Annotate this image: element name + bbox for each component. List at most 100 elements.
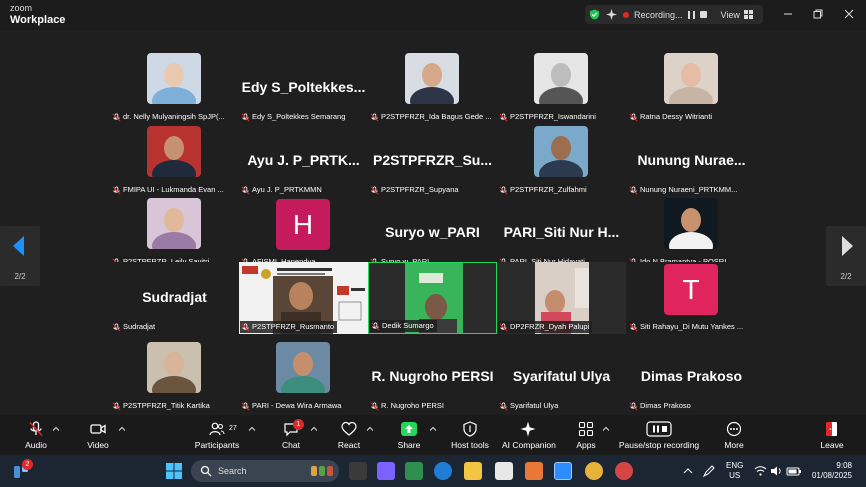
ai-sparkle-icon[interactable]	[606, 9, 617, 20]
battery-icon[interactable]	[786, 465, 802, 477]
participant-name-label: P2STPFRZR_Iswandarini	[498, 111, 599, 123]
windows-start-icon[interactable]	[166, 463, 182, 479]
participant-tile[interactable]: Sudradjat Sudradjat	[110, 262, 239, 334]
clock[interactable]: 9:08 01/08/2025	[806, 461, 852, 481]
leave-button[interactable]: Leave	[819, 421, 845, 450]
participant-tile[interactable]: T Siti Rahayu_Di Mutu Yankes ...	[627, 262, 756, 334]
teams-icon[interactable]	[377, 462, 395, 480]
edge-browser-icon[interactable]	[434, 462, 452, 480]
volume-icon[interactable]	[770, 465, 783, 477]
share-button[interactable]: Share	[396, 421, 422, 450]
participant-tile[interactable]: FMIPA UI - Lukmanda Evan ...	[110, 125, 239, 197]
chevron-up-icon[interactable]	[52, 425, 60, 433]
participant-tile[interactable]: PARI_Siti Nur H...PARI_Siti Nur Hidayati	[497, 197, 626, 269]
chevron-left-icon	[13, 236, 24, 256]
apps-grid-icon	[578, 421, 594, 437]
apps-label: Apps	[576, 440, 596, 450]
leave-label: Leave	[820, 440, 844, 450]
mic-muted-icon	[241, 322, 250, 331]
chevron-up-icon[interactable]	[366, 425, 374, 433]
stop-recording-icon[interactable]	[699, 11, 707, 18]
more-dots-icon	[726, 421, 742, 437]
pause-recording-icon[interactable]	[687, 10, 695, 19]
meeting-status-bar: Recording... View	[585, 5, 763, 24]
participant-tile[interactable]: P2STPFRZR_Iswandarini	[497, 52, 626, 124]
participant-tile[interactable]: P2STPFRZR_Ida Bagus Gede ...	[368, 52, 497, 124]
more-button[interactable]: More	[721, 421, 747, 450]
pen-input-icon[interactable]	[702, 464, 716, 478]
participant-tile[interactable]: Dimas Prakoso Dimas Prakoso	[627, 341, 756, 413]
chrome-icon[interactable]	[585, 462, 603, 480]
shield-icon[interactable]	[589, 9, 600, 20]
participant-display-name: PARI_Siti Nur H...	[503, 224, 620, 240]
mic-muted-icon	[370, 401, 379, 410]
zoom-app-icon[interactable]	[554, 462, 572, 480]
participant-tile[interactable]: P2STPFRZR_Rusmanto	[239, 262, 368, 334]
chevron-up-icon[interactable]	[248, 425, 256, 433]
participant-name: Syarifatul Ulya	[510, 401, 559, 410]
restore-icon[interactable]	[811, 7, 825, 21]
xbox-icon[interactable]	[405, 462, 423, 480]
participant-tile[interactable]: Nunung Nurae... Nunung Nuraeni_PRTKMM...	[627, 125, 756, 197]
xampp-icon[interactable]	[525, 462, 543, 480]
participant-tile[interactable]: Ayu J. P_PRTK... Ayu J. P_PRTKMMN	[239, 125, 368, 197]
participant-tile[interactable]: P2STPFRZR_Su... P2STPFRZR_Supyana	[368, 125, 497, 197]
participant-name: Dedik Sumargo	[382, 321, 434, 330]
participant-tile[interactable]: Ido N Bramantya - POSRI	[627, 197, 756, 269]
mic-muted-icon	[370, 112, 379, 121]
grid-view-icon[interactable]	[743, 10, 753, 19]
widgets-button[interactable]: 2	[12, 459, 33, 480]
participant-tile[interactable]: HAFISMI_Hanendya	[239, 197, 368, 269]
participant-tile[interactable]: Dedik Sumargo	[368, 262, 497, 334]
audio-button[interactable]: Audio	[22, 421, 50, 450]
participant-tile[interactable]: Edy S_Poltekkes... Edy S_Poltekkes Semara…	[239, 52, 368, 124]
next-page-button[interactable]: 2/2	[826, 226, 866, 286]
participant-tile[interactable]: Suryo w_PARISuryo w_PARI	[368, 197, 497, 269]
participant-tile[interactable]: R. Nugroho PERSI R. Nugroho PERSI	[368, 341, 497, 413]
participant-display-name: Sudradjat	[142, 289, 207, 305]
minimize-icon[interactable]	[781, 7, 795, 21]
wifi-icon[interactable]	[754, 465, 767, 477]
participant-name: Sudradjat	[123, 322, 156, 331]
participant-tile[interactable]: PARI - Dewa Wira Armawa	[239, 341, 368, 413]
participant-name: P2STPFRZR_Zulfahmi	[510, 185, 587, 194]
participant-tile[interactable]: DP2FRZR_Dyah Palupi	[497, 262, 626, 334]
chevron-up-icon[interactable]	[602, 425, 610, 433]
chevron-up-icon[interactable]	[683, 466, 693, 476]
participant-tile[interactable]: dr. Nelly Mulyaningsih SpJP(...	[110, 52, 239, 124]
participant-name-label: DP2FRZR_Dyah Palupi	[498, 321, 593, 333]
chevron-up-icon[interactable]	[310, 425, 318, 433]
participant-display-name: Edy S_Poltekkes...	[241, 79, 366, 95]
apps-button[interactable]: Apps	[573, 421, 599, 450]
react-button[interactable]: React	[336, 421, 362, 450]
mic-muted-icon	[371, 321, 380, 330]
participant-name-label: P2STPFRZR_Titik Kartika	[111, 400, 213, 412]
host-tools-button[interactable]: Host tools	[448, 421, 492, 450]
video-button[interactable]: Video	[84, 421, 112, 450]
store-icon[interactable]	[495, 462, 513, 480]
taskbar-search-box[interactable]: Search	[191, 460, 339, 482]
participant-tile[interactable]: Syarifatul Ulya Syarifatul Ulya	[497, 341, 626, 413]
prev-page-button[interactable]: 2/2	[0, 226, 40, 286]
participant-name-label: dr. Nelly Mulyaningsih SpJP(...	[111, 111, 228, 123]
language-indicator[interactable]: ENG US	[726, 461, 743, 481]
pause-stop-recording-button[interactable]: Pause/stop recording	[618, 421, 700, 450]
participant-tile[interactable]: P2STPFRZR_Titik Kartika	[110, 341, 239, 413]
participant-tile[interactable]: Ratna Dessy Witrianti	[627, 52, 756, 124]
participant-avatar	[405, 53, 459, 104]
task-view-icon[interactable]	[349, 462, 367, 480]
view-button[interactable]: View	[721, 10, 740, 20]
participant-tile[interactable]: P2STPFRZR_Zulfahmi	[497, 125, 626, 197]
file-explorer-icon[interactable]	[464, 462, 482, 480]
participant-tile[interactable]: P2STPFRZR_Leily Savitri	[110, 197, 239, 269]
ai-companion-button[interactable]: AI Companion	[502, 421, 556, 450]
windows-taskbar: 2 Search ENG US 9:08 01/08/2025	[0, 455, 866, 487]
chevron-up-icon[interactable]	[118, 425, 126, 433]
snipping-tool-icon[interactable]	[615, 462, 633, 480]
participant-name-label: Siti Rahayu_Di Mutu Yankes ...	[628, 321, 747, 333]
chevron-up-icon[interactable]	[429, 425, 437, 433]
mic-muted-icon	[499, 185, 508, 194]
close-icon[interactable]	[842, 7, 856, 21]
participant-avatar	[534, 53, 588, 104]
chevron-right-icon	[842, 236, 853, 256]
